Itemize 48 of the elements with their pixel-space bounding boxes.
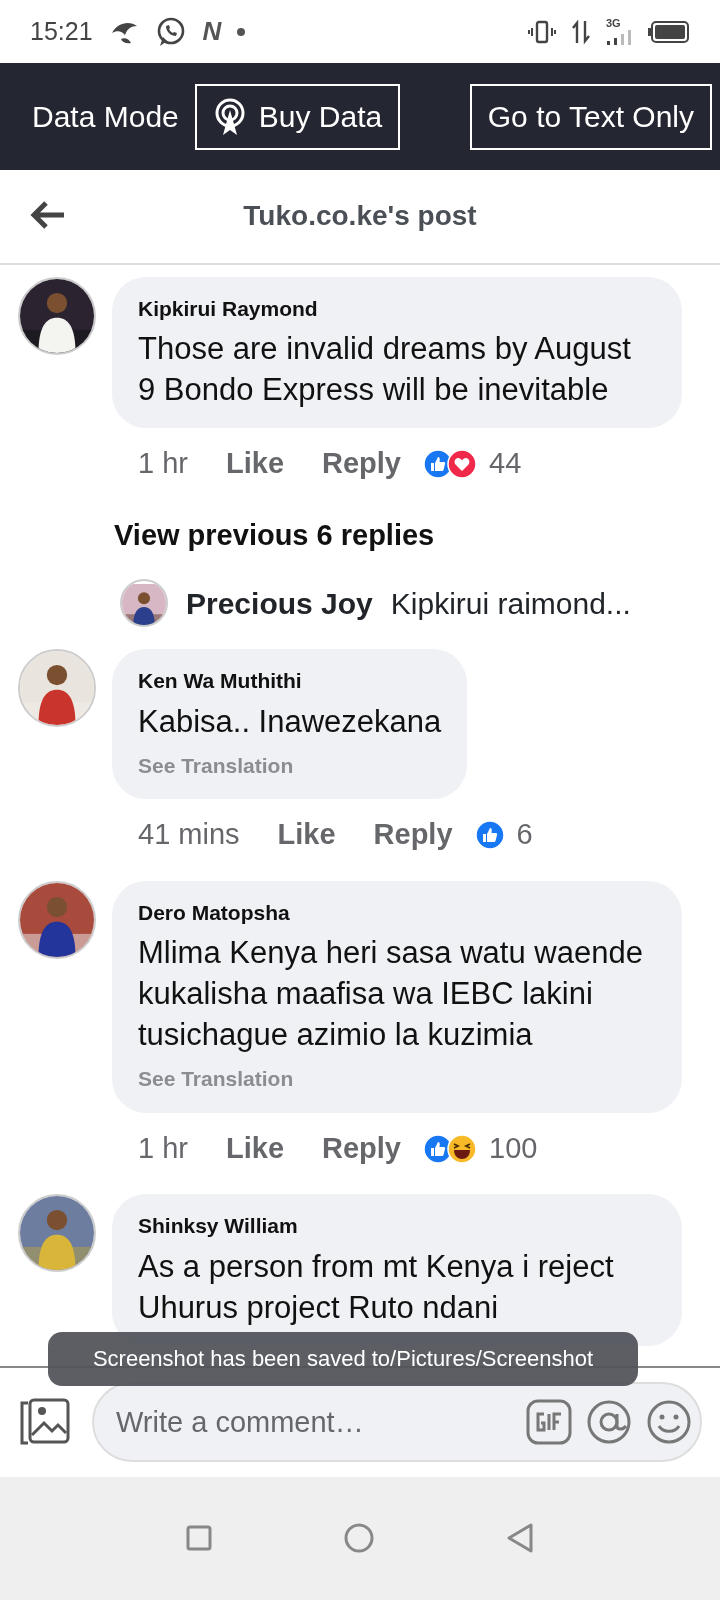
vibrate-icon xyxy=(528,19,556,44)
heart-reaction-icon xyxy=(447,449,477,480)
comment-author[interactable]: Ken Wa Muthithi xyxy=(138,665,442,697)
home-icon[interactable] xyxy=(343,1522,375,1555)
back-arrow-icon[interactable] xyxy=(30,199,66,230)
comment-text: As a person from mt Kenya i reject Uhurus project Ruto ndani xyxy=(138,1247,615,1327)
reply-link[interactable]: Reply xyxy=(373,813,453,857)
comment-time: 41 mins xyxy=(138,817,240,853)
clock-time: 15:21 xyxy=(30,15,93,47)
comment-text: Kabisa.. Inawezekana xyxy=(138,702,442,741)
comment-time: 1 hr xyxy=(138,1130,188,1166)
laughing-reaction-icon xyxy=(447,1133,477,1164)
gif-icon[interactable] xyxy=(526,1399,572,1446)
view-replies-link[interactable]: View previous 6 replies xyxy=(114,513,435,558)
battery-icon xyxy=(648,20,690,43)
data-mode-label: Data Mode xyxy=(32,99,179,136)
comment-author[interactable]: Kipkirui Raymond xyxy=(138,292,656,325)
reply-author[interactable]: Precious Joy xyxy=(186,580,373,626)
like-link[interactable]: Like xyxy=(277,813,336,857)
like-reaction-icon xyxy=(474,820,505,851)
reaction-count: 44 xyxy=(489,446,522,482)
reaction-count: 100 xyxy=(489,1130,538,1166)
emoji-icon[interactable] xyxy=(646,1399,692,1446)
mention-icon[interactable] xyxy=(586,1399,632,1446)
comment-author[interactable]: Shinksy William xyxy=(138,1210,656,1242)
post-title: Tuko.co.ke's post xyxy=(243,199,477,234)
notification-dot-icon xyxy=(237,27,246,36)
comment-time: 1 hr xyxy=(138,446,188,482)
like-link[interactable]: Like xyxy=(226,1126,284,1171)
toast-message: Screenshot has been saved to/Pictures/Screenshot xyxy=(48,1331,638,1386)
buy-data-button[interactable]: Buy Data xyxy=(194,83,401,150)
reply-preview-text: Kipkirui raimond... xyxy=(390,585,631,622)
back-icon[interactable] xyxy=(505,1522,535,1555)
recents-icon[interactable] xyxy=(185,1524,213,1553)
text-only-button[interactable]: Go to Text Only xyxy=(469,83,712,150)
comment-author[interactable]: Dero Matopsha xyxy=(138,896,656,929)
comment-text: Those are invalid dreams by August 9 Bondo Express will be inevitable xyxy=(138,330,632,410)
comment-text: Mlima Kenya heri sasa watu waende kukalisha maafisa wa IEBC lakini tusichague azimio la kuzimia xyxy=(138,934,644,1055)
app-logo: N xyxy=(202,15,222,49)
signal-icon xyxy=(606,29,632,46)
data-arrows-icon xyxy=(572,18,590,45)
reply-link[interactable]: Reply xyxy=(322,442,401,486)
network-type: 3G xyxy=(606,18,621,30)
like-link[interactable]: Like xyxy=(226,442,284,486)
reply-link[interactable]: Reply xyxy=(322,1126,401,1171)
reaction-count: 6 xyxy=(516,817,533,853)
photo-icon[interactable] xyxy=(18,1397,72,1448)
comment-field[interactable]: Write a comment… xyxy=(92,1382,702,1463)
